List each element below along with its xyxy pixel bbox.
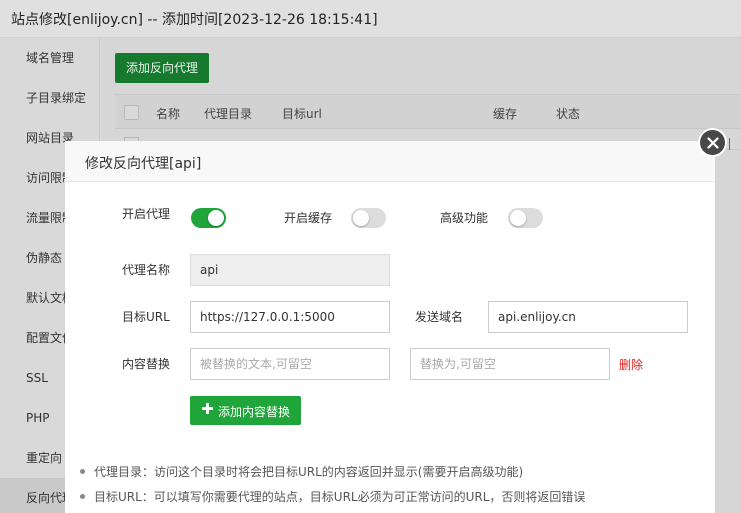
replace-from-field[interactable]: [190, 348, 390, 380]
bullet-icon: [80, 494, 85, 499]
content-replace-label: 内容替换: [122, 357, 171, 371]
close-dialog-button[interactable]: [698, 128, 727, 157]
enable-cache-toggle[interactable]: [351, 208, 386, 228]
help-note-text: 目标URL：可以填写你需要代理的站点，目标URL必须为可正常访问的URL，否则将…: [94, 490, 586, 504]
add-content-replace-button[interactable]: 添加内容替换: [190, 396, 301, 425]
dialog-header: 修改反向代理[api]: [65, 141, 715, 182]
plus-icon: [202, 403, 213, 414]
enable-proxy-toggle[interactable]: [191, 208, 226, 228]
sidebar-item-subdir[interactable]: 子目录绑定: [0, 78, 100, 118]
target-url-label: 目标URL: [122, 310, 170, 324]
window-titlebar: 站点修改[enlijoy.cn] -- 添加时间[2023-12-26 18:1…: [0, 0, 741, 38]
column-cache: 缓存: [493, 107, 518, 121]
toggle-knob: [353, 210, 369, 226]
replace-to-field[interactable]: [410, 348, 610, 380]
select-all-checkbox[interactable]: [124, 105, 139, 120]
help-note: 目标URL：可以填写你需要代理的站点，目标URL必须为可正常访问的URL，否则将…: [80, 488, 585, 505]
send-domain-field[interactable]: [488, 301, 688, 333]
window-title: 站点修改[enlijoy.cn] -- 添加时间[2023-12-26 18:1…: [11, 12, 378, 28]
proxy-name-field[interactable]: [190, 254, 390, 286]
row-action-divider: [729, 138, 730, 150]
close-icon: [707, 137, 719, 149]
send-domain-label: 发送域名: [415, 310, 464, 324]
help-note: 代理目录：访问这个目录时将会把目标URL的内容返回并显示(需要开启高级功能): [80, 463, 523, 480]
advanced-toggle[interactable]: [508, 208, 543, 228]
add-reverse-proxy-button[interactable]: 添加反向代理: [115, 53, 209, 83]
advanced-label: 高级功能: [440, 211, 489, 225]
help-note-text: 代理目录：访问这个目录时将会把目标URL的内容返回并显示(需要开启高级功能): [94, 465, 524, 479]
target-url-field[interactable]: [190, 301, 390, 333]
column-proxy-dir: 代理目录: [204, 107, 253, 121]
column-status: 状态: [556, 107, 581, 121]
delete-replace-link[interactable]: 删除: [619, 356, 643, 373]
toggle-knob: [510, 210, 526, 226]
add-content-replace-label: 添加内容替换: [218, 405, 291, 419]
column-name: 名称: [156, 107, 181, 121]
sidebar-item-domains[interactable]: 域名管理: [0, 38, 100, 78]
proxy-name-label: 代理名称: [122, 263, 171, 277]
toggle-knob: [208, 210, 224, 226]
bullet-icon: [80, 469, 85, 474]
enable-cache-label: 开启缓存: [284, 211, 333, 225]
edit-proxy-dialog: 修改反向代理[api] 开启代理 开启缓存 高级功能 代理名称 目标URL 发送…: [65, 141, 715, 513]
dialog-title: 修改反向代理[api]: [85, 156, 202, 172]
column-target-url: 目标url: [282, 107, 322, 121]
proxy-table-header: 名称 代理目录 目标url 缓存 状态: [115, 94, 741, 129]
enable-proxy-label: 开启代理: [122, 207, 171, 221]
